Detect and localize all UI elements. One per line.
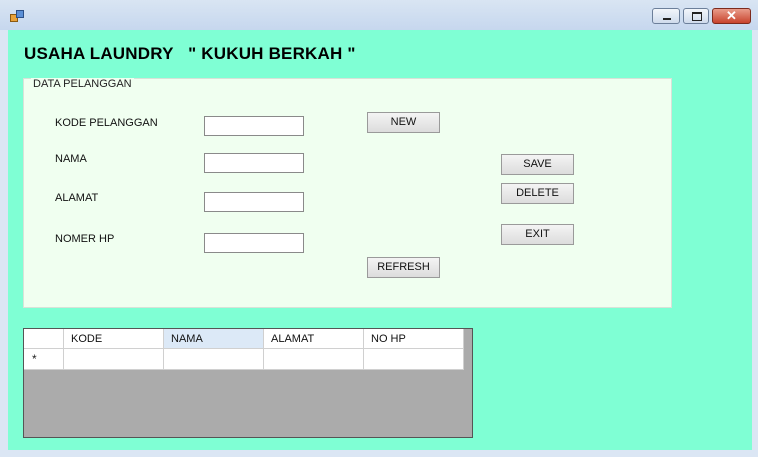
exit-button[interactable]: EXIT <box>501 224 574 245</box>
save-button[interactable]: SAVE <box>501 154 574 175</box>
page-title: USAHA LAUNDRY " KUKUH BERKAH " <box>24 44 356 63</box>
group-label: DATA PELANGGAN <box>31 78 134 90</box>
name-input[interactable] <box>204 153 304 173</box>
close-icon: ✕ <box>726 8 737 23</box>
new-button[interactable]: NEW <box>367 112 440 133</box>
column-header-no-hp[interactable]: NO HP <box>364 329 464 349</box>
address-input[interactable] <box>204 192 304 212</box>
refresh-button[interactable]: REFRESH <box>367 257 440 278</box>
minimize-icon <box>663 18 671 20</box>
new-row-cell-kode[interactable] <box>64 349 164 370</box>
column-header-nama[interactable]: NAMA <box>164 329 264 349</box>
app-icon[interactable] <box>10 10 24 22</box>
customer-data-grid[interactable]: KODE NAMA ALAMAT NO HP * <box>23 328 473 438</box>
new-row-cell-alamat[interactable] <box>264 349 364 370</box>
minimize-button[interactable] <box>652 8 680 24</box>
delete-button[interactable]: DELETE <box>501 183 574 204</box>
column-header-alamat[interactable]: ALAMAT <box>264 329 364 349</box>
new-row-marker[interactable]: * <box>24 349 64 370</box>
grid-corner-header[interactable] <box>24 329 64 349</box>
close-button[interactable]: ✕ <box>712 8 751 24</box>
column-header-kode[interactable]: KODE <box>64 329 164 349</box>
form-client-area: USAHA LAUNDRY " KUKUH BERKAH " DATA PELA… <box>8 30 752 450</box>
app-window: ✕ USAHA LAUNDRY " KUKUH BERKAH " DATA PE… <box>0 0 758 457</box>
customer-data-group: DATA PELANGGAN KODE PELANGGAN NAMA ALAMA… <box>23 78 672 308</box>
new-row-cell-nama[interactable] <box>164 349 264 370</box>
phone-input[interactable] <box>204 233 304 253</box>
name-label: NAMA <box>55 153 87 165</box>
phone-label: NOMER HP <box>55 233 115 245</box>
address-label: ALAMAT <box>55 192 99 204</box>
new-row-cell-no-hp[interactable] <box>364 349 464 370</box>
title-bar[interactable]: ✕ <box>0 0 758 30</box>
customer-code-input[interactable] <box>204 116 304 136</box>
maximize-icon <box>692 12 702 21</box>
customer-code-label: KODE PELANGGAN <box>55 117 158 129</box>
maximize-button[interactable] <box>683 8 709 24</box>
